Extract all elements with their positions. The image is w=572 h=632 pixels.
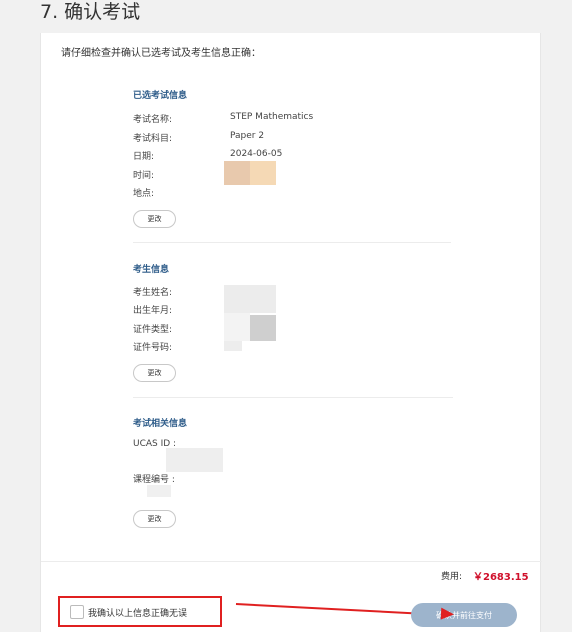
- confirmation-card: 请仔细检查并确认已选考试及考生信息正确： 已选考试信息 考试名称: STEP M…: [40, 33, 542, 632]
- annotation-arrow-head: [440, 607, 455, 621]
- exam-name-label: 考试名称:: [133, 115, 173, 125]
- candidate-name-label: 考生姓名:: [133, 288, 173, 298]
- exam-time-label: 时间:: [133, 171, 155, 181]
- fee-value: ￥2683.15: [473, 572, 529, 583]
- exam-date-label: 日期:: [133, 152, 155, 162]
- candidate-dob-label: 出生年月:: [133, 306, 173, 316]
- candidate-section-title: 考生信息: [133, 265, 170, 275]
- confirm-highlight: 我确认以上信息正确无误: [58, 596, 222, 627]
- redacted-candidate-1: [224, 285, 276, 313]
- exam-location-label: 地点:: [133, 189, 155, 199]
- redacted-ucas-id: [166, 448, 223, 472]
- exam-subject-label: 考试科目:: [133, 134, 173, 144]
- exam-edit-button[interactable]: 更改: [133, 210, 176, 228]
- redacted-time: [224, 161, 250, 185]
- footer-divider: [41, 561, 542, 562]
- related-section-title: 考试相关信息: [133, 419, 188, 429]
- confirm-checkbox-label[interactable]: 我确认以上信息正确无误: [88, 606, 187, 619]
- related-edit-button[interactable]: 更改: [133, 510, 176, 528]
- fee-label: 费用:: [441, 572, 463, 582]
- exam-subject-value: Paper 2: [230, 131, 265, 141]
- candidate-id-number-label: 证件号码:: [133, 343, 173, 353]
- divider: [133, 242, 451, 243]
- exam-name-value: STEP Mathematics: [230, 112, 314, 122]
- redacted-candidate-3: [250, 315, 276, 341]
- redacted-time-2: [250, 161, 276, 185]
- step-title: 7. 确认考试: [40, 1, 141, 23]
- submit-button[interactable]: 确认并前往支付: [411, 603, 517, 627]
- redacted-candidate-4: [224, 341, 242, 351]
- candidate-edit-button[interactable]: 更改: [133, 364, 176, 382]
- redacted-candidate-2: [224, 313, 250, 341]
- confirm-checkbox[interactable]: [70, 605, 84, 619]
- candidate-id-type-label: 证件类型:: [133, 325, 173, 335]
- exam-section-title: 已选考试信息: [133, 91, 188, 101]
- course-code-label: 课程编号 :: [133, 475, 175, 485]
- exam-date-value: 2024-06-05: [230, 149, 283, 159]
- divider: [133, 397, 453, 398]
- intro-text: 请仔细检查并确认已选考试及考生信息正确：: [61, 48, 261, 59]
- redacted-course-code: [147, 485, 171, 497]
